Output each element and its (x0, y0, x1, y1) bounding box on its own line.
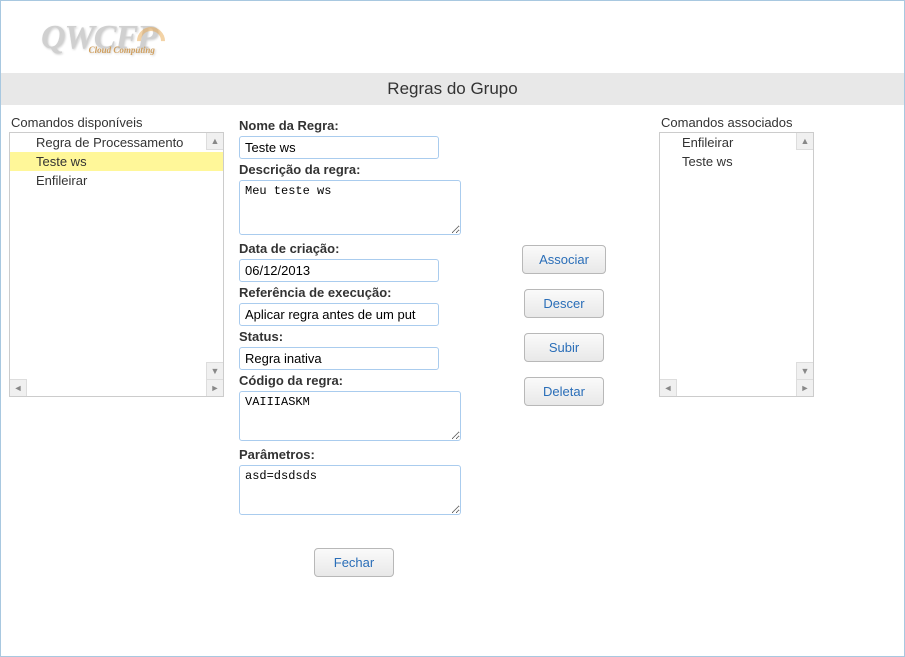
data-input[interactable] (239, 259, 439, 282)
app-window: QWCFP Cloud Computing Regras do Grupo Co… (0, 0, 905, 657)
list-item[interactable]: Enfileirar (10, 171, 223, 190)
deletar-button[interactable]: Deletar (524, 377, 604, 406)
nome-input[interactable] (239, 136, 439, 159)
scroll-down-icon[interactable]: ▼ (796, 362, 813, 379)
status-label: Status: (239, 329, 469, 344)
scroll-down-icon[interactable]: ▼ (206, 362, 223, 379)
available-commands-title: Comandos disponíveis (9, 115, 224, 130)
page-title: Regras do Grupo (1, 73, 904, 105)
scroll-right-icon[interactable]: ► (796, 379, 813, 396)
close-button-wrap: Fechar (239, 548, 469, 577)
list-item[interactable]: Enfileirar (660, 133, 813, 152)
list-item[interactable]: Teste ws (660, 152, 813, 171)
logo-text: QWCFP Cloud Computing (41, 19, 157, 57)
referencia-input[interactable] (239, 303, 439, 326)
codigo-textarea[interactable]: VAIIIASKM (239, 391, 461, 441)
descricao-label: Descrição da regra: (239, 162, 469, 177)
available-commands-list[interactable]: Regra de Processamento Teste ws Enfileir… (9, 132, 224, 397)
associar-button[interactable]: Associar (522, 245, 606, 274)
status-input[interactable] (239, 347, 439, 370)
codigo-label: Código da regra: (239, 373, 469, 388)
descricao-textarea[interactable]: Meu teste ws (239, 180, 461, 235)
associated-commands-panel: Comandos associados Enfileirar Teste ws … (659, 115, 814, 577)
associated-commands-list[interactable]: Enfileirar Teste ws ▲ ▼ ◄ ► (659, 132, 814, 397)
content-area: Comandos disponíveis Regra de Processame… (1, 105, 904, 587)
scroll-left-icon[interactable]: ◄ (10, 379, 27, 396)
list-item[interactable]: Teste ws (10, 152, 223, 171)
associated-commands-title: Comandos associados (659, 115, 814, 130)
referencia-label: Referência de execução: (239, 285, 469, 300)
logo: QWCFP Cloud Computing (41, 13, 904, 63)
available-commands-panel: Comandos disponíveis Regra de Processame… (9, 115, 224, 577)
parametros-textarea[interactable]: asd=dsdsds (239, 465, 461, 515)
data-label: Data de criação: (239, 241, 469, 256)
parametros-label: Parâmetros: (239, 447, 469, 462)
fechar-button[interactable]: Fechar (314, 548, 394, 577)
scroll-up-icon[interactable]: ▲ (796, 133, 813, 150)
subir-button[interactable]: Subir (524, 333, 604, 362)
scroll-left-icon[interactable]: ◄ (660, 379, 677, 396)
rule-form: Nome da Regra: Descrição da regra: Meu t… (239, 115, 469, 577)
nome-label: Nome da Regra: (239, 118, 469, 133)
list-item[interactable]: Regra de Processamento (10, 133, 223, 152)
descer-button[interactable]: Descer (524, 289, 604, 318)
scroll-up-icon[interactable]: ▲ (206, 133, 223, 150)
logo-subtitle: Cloud Computing (89, 45, 155, 55)
action-buttons: Associar Descer Subir Deletar (484, 115, 644, 577)
scroll-right-icon[interactable]: ► (206, 379, 223, 396)
